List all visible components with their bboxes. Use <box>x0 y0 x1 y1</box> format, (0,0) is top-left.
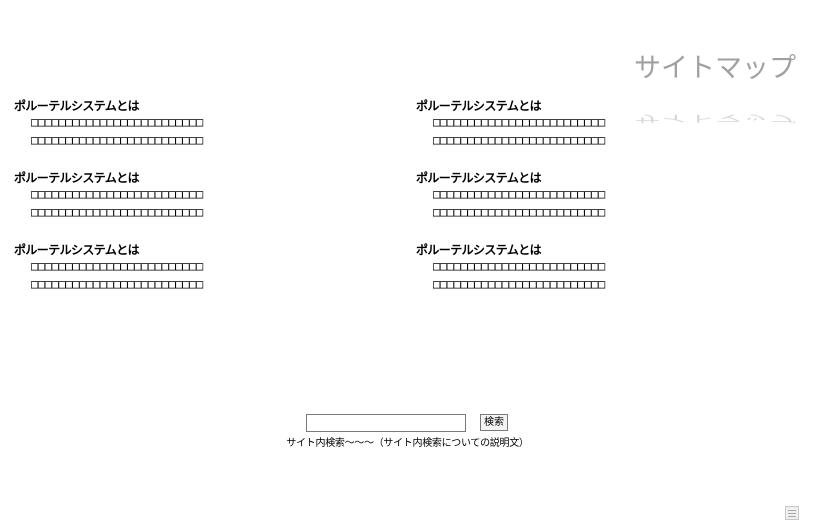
section-text-line: □□□□□□□□□□□□□□□□□□□□□□□□□ <box>31 115 203 129</box>
search-input[interactable] <box>306 414 466 432</box>
section-text-line: □□□□□□□□□□□□□□□□□□□□□□□□□ <box>31 133 203 147</box>
section-text-line: □□□□□□□□□□□□□□□□□□□□□□□□□ <box>433 133 605 147</box>
section-heading[interactable]: ポルーテルシステムとは <box>416 171 736 185</box>
section-right-2: ポルーテルシステムとは □□□□□□□□□□□□□□□□□□□□□□□□□ □□… <box>416 171 736 221</box>
search-description: サイト内検索～～～（サイト内検索についての説明文） <box>286 438 529 449</box>
section-heading[interactable]: ポルーテルシステムとは <box>416 99 736 113</box>
section-text-line: □□□□□□□□□□□□□□□□□□□□□□□□□ <box>433 115 605 129</box>
section-heading[interactable]: ポルーテルシステムとは <box>416 243 736 257</box>
sitemap-title: サイトマップ サイトマップ <box>634 52 796 124</box>
section-heading[interactable]: ポルーテルシステムとは <box>14 243 334 257</box>
section-left-3: ポルーテルシステムとは □□□□□□□□□□□□□□□□□□□□□□□□□ □□… <box>14 243 334 293</box>
section-text-line: □□□□□□□□□□□□□□□□□□□□□□□□□ <box>433 205 605 219</box>
section-right-1: ポルーテルシステムとは □□□□□□□□□□□□□□□□□□□□□□□□□ □□… <box>416 99 736 149</box>
document-icon[interactable] <box>785 506 799 520</box>
section-right-3: ポルーテルシステムとは □□□□□□□□□□□□□□□□□□□□□□□□□ □□… <box>416 243 736 293</box>
section-text-line: □□□□□□□□□□□□□□□□□□□□□□□□□ <box>433 277 605 291</box>
sitemap-title-text: サイトマップ <box>634 53 796 84</box>
section-text-line: □□□□□□□□□□□□□□□□□□□□□□□□□ <box>433 187 605 201</box>
section-text-line: □□□□□□□□□□□□□□□□□□□□□□□□□ <box>31 277 203 291</box>
section-left-2: ポルーテルシステムとは □□□□□□□□□□□□□□□□□□□□□□□□□ □□… <box>14 171 334 221</box>
section-heading[interactable]: ポルーテルシステムとは <box>14 171 334 185</box>
section-text-line: □□□□□□□□□□□□□□□□□□□□□□□□□ <box>31 205 203 219</box>
search-button[interactable]: 検索 <box>480 414 508 431</box>
section-left-1: ポルーテルシステムとは □□□□□□□□□□□□□□□□□□□□□□□□□ □□… <box>14 99 334 149</box>
section-heading[interactable]: ポルーテルシステムとは <box>14 99 334 113</box>
section-text-line: □□□□□□□□□□□□□□□□□□□□□□□□□ <box>31 187 203 201</box>
section-text-line: □□□□□□□□□□□□□□□□□□□□□□□□□ <box>433 259 605 273</box>
section-text-line: □□□□□□□□□□□□□□□□□□□□□□□□□ <box>31 259 203 273</box>
